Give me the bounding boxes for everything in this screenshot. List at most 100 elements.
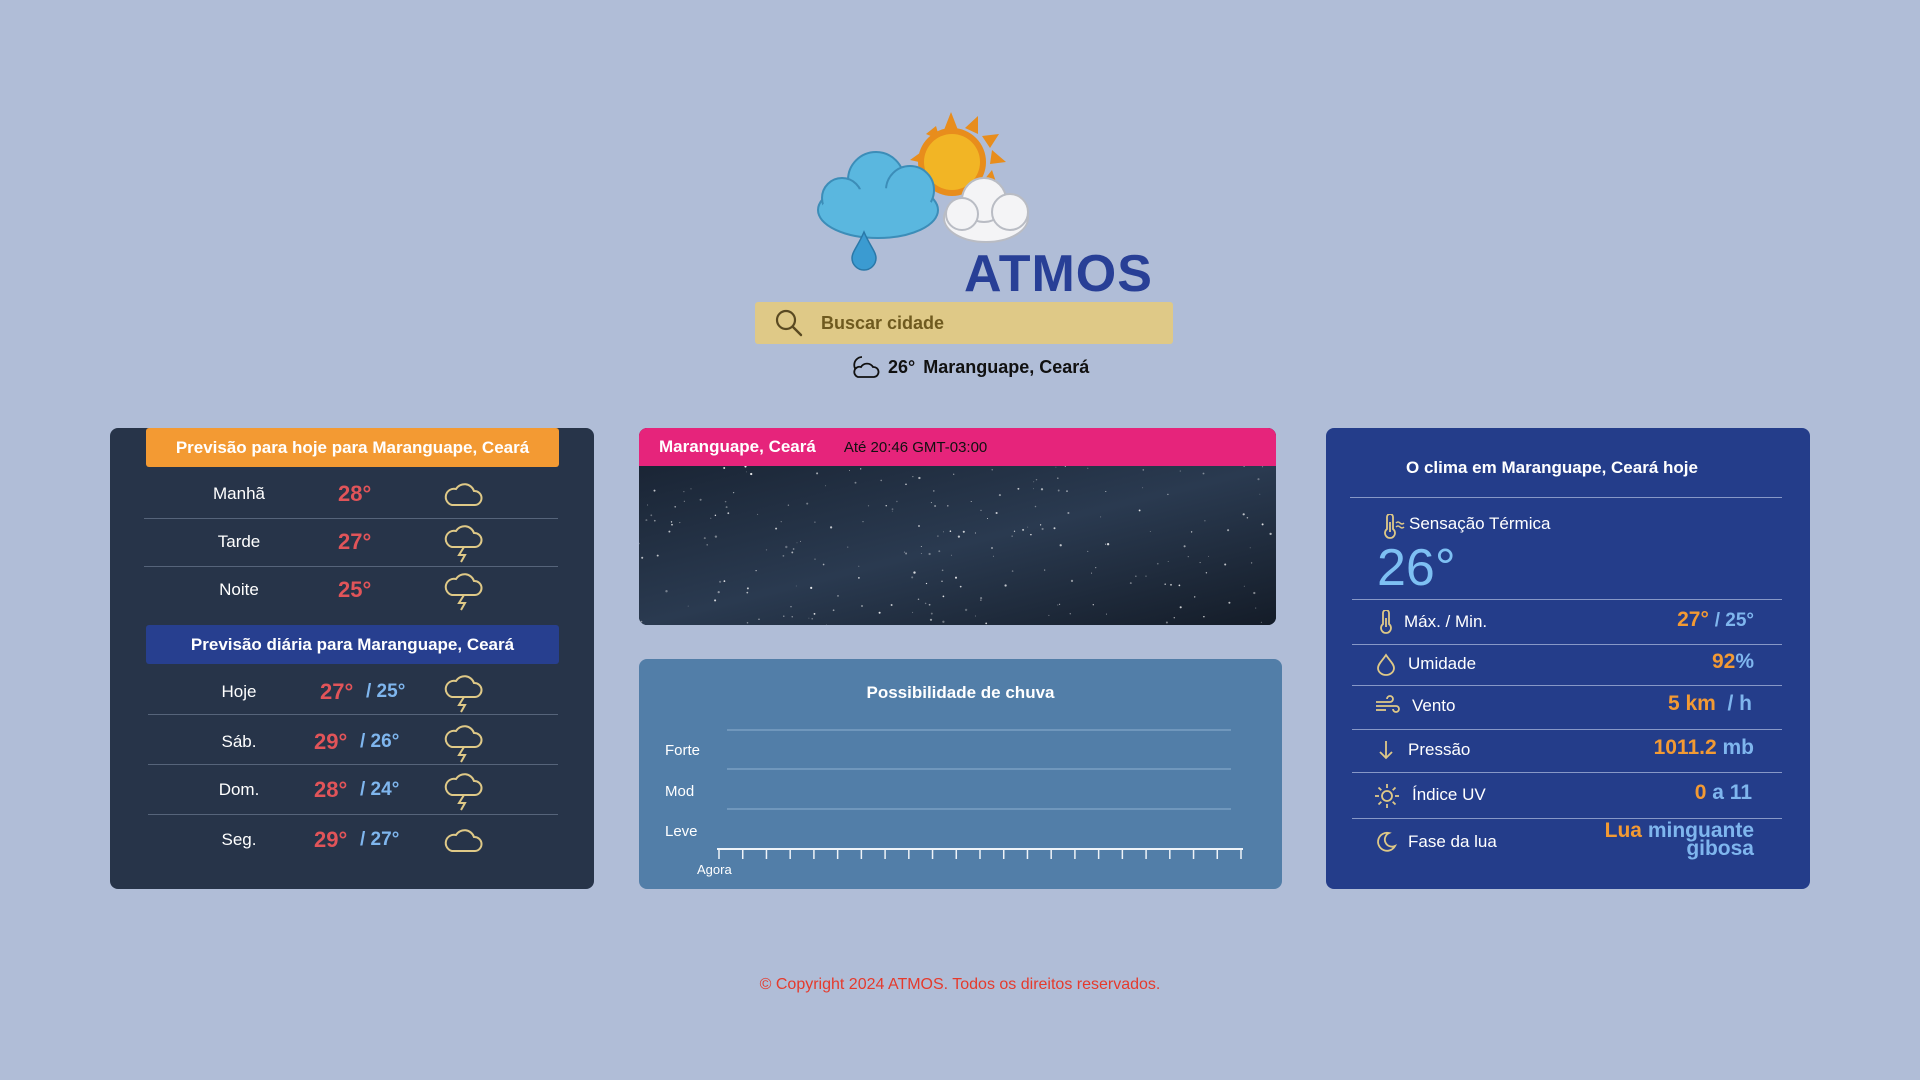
star: [1067, 511, 1070, 515]
star: [1129, 582, 1132, 585]
star: [671, 523, 673, 526]
moon-word-3: gibosa: [1686, 837, 1754, 860]
star: [1179, 606, 1182, 609]
star: [954, 576, 958, 579]
star: [645, 519, 648, 522]
star: [1070, 579, 1074, 583]
star: [1190, 531, 1193, 533]
star: [1092, 604, 1094, 606]
star: [847, 546, 849, 548]
star: [1167, 561, 1169, 562]
search-input[interactable]: [821, 312, 1141, 334]
wind-unit: / h: [1727, 692, 1753, 715]
star: [723, 580, 726, 582]
star: [861, 605, 863, 607]
star: [913, 571, 916, 574]
max-min-label: Máx. / Min.: [1404, 612, 1488, 631]
star: [858, 577, 860, 579]
star: [792, 548, 795, 550]
divider: [1352, 772, 1782, 773]
star: [650, 514, 653, 517]
star: [917, 598, 920, 601]
star: [949, 530, 952, 532]
uv-label: Índice UV: [1412, 785, 1486, 804]
star: [937, 535, 939, 537]
star: [791, 551, 794, 554]
conditions-title: O clima em Maranguape, Ceará hoje: [1406, 458, 1698, 477]
star: [1138, 509, 1141, 512]
search-icon[interactable]: [771, 305, 807, 341]
star: [683, 491, 685, 493]
star: [714, 514, 717, 517]
day-min-temp: / 27°: [360, 829, 400, 850]
star: [665, 590, 668, 593]
star: [746, 591, 749, 594]
divider: [1350, 497, 1782, 498]
sky-until: Até 20:46 GMT-03:00: [843, 438, 988, 456]
star: [942, 595, 945, 598]
period-temp: 25°: [338, 577, 372, 602]
star: [1106, 543, 1110, 546]
moon-label: Fase da lua: [1408, 832, 1497, 851]
star: [1053, 527, 1056, 530]
min-temp: / 25°: [1714, 610, 1754, 631]
star: [891, 508, 894, 510]
night-sky-image: [639, 466, 1276, 625]
day-label: Hoje: [221, 682, 257, 701]
star: [1030, 533, 1032, 536]
star: [746, 587, 749, 590]
star: [1249, 547, 1251, 549]
star: [719, 580, 722, 583]
star: [1013, 530, 1016, 532]
star: [745, 471, 747, 473]
search-bar[interactable]: [755, 302, 1173, 344]
today-forecast-title: Previsão para hoje para Maranguape, Cear…: [146, 428, 559, 467]
wind-speed: 5 km: [1667, 692, 1716, 715]
logo: ATMOS: [806, 104, 1152, 303]
day-label: Dom.: [218, 780, 260, 799]
cloudy-night-icon: [853, 356, 880, 378]
star: [878, 611, 881, 614]
pressure-unit: mb: [1722, 736, 1755, 759]
star: [1145, 575, 1147, 577]
star: [1259, 493, 1261, 495]
arrow-down-icon: [1379, 741, 1393, 760]
day-max-temp: 29°: [314, 729, 348, 754]
app-title: ATMOS: [964, 245, 1153, 303]
star: [810, 586, 813, 589]
day-max-temp: 28°: [314, 777, 348, 802]
star: [791, 616, 793, 618]
star: [1246, 516, 1249, 519]
wind-row: Vento 5 km / h: [1350, 686, 1778, 726]
star: [1183, 545, 1186, 548]
footer-copyright: © Copyright 2024 ATMOS. Todos os direito…: [759, 976, 1161, 993]
star: [706, 544, 708, 546]
star: [1224, 563, 1227, 566]
star: [687, 605, 689, 607]
star: [796, 542, 798, 544]
star: [1193, 596, 1196, 598]
wind-icon: [1376, 695, 1400, 713]
star: [1087, 467, 1089, 469]
uv-scale: a 11: [1712, 781, 1752, 804]
star: [814, 558, 816, 560]
star: [1017, 487, 1020, 490]
star: [912, 611, 914, 613]
star: [918, 476, 921, 480]
thermometer-icon: [1380, 610, 1392, 634]
star: [1034, 505, 1037, 508]
star: [1179, 470, 1181, 472]
star: [942, 620, 945, 623]
star: [903, 551, 906, 553]
period-label: Tarde: [217, 532, 261, 551]
star: [991, 469, 993, 471]
star: [1105, 543, 1107, 545]
star: [1262, 466, 1264, 468]
star: [950, 554, 952, 556]
star: [1035, 478, 1038, 481]
star: [755, 570, 757, 572]
current-temp: 26°: [888, 356, 916, 377]
divider: [148, 714, 558, 715]
star: [727, 512, 730, 515]
star: [1004, 584, 1007, 587]
